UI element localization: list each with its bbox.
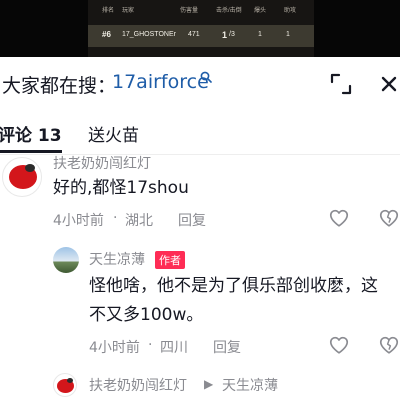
scoreboard-kills: 1	[222, 30, 228, 40]
avatar-shape-dark	[25, 164, 35, 172]
reply-button[interactable]: 回复	[213, 337, 241, 357]
game-scoreboard: 排名 玩家 伤害量 击杀/击倒 爆头 助攻 #6 17_GHOSTONEr 47…	[88, 0, 314, 57]
close-icon[interactable]	[374, 69, 400, 99]
reply-username[interactable]: 扶老奶奶闯红灯	[89, 375, 187, 395]
avatar[interactable]	[53, 247, 79, 273]
scoreboard-header: 排名 玩家 伤害量 击杀/击倒 爆头 助攻	[88, 5, 314, 17]
dislike-icon[interactable]	[378, 207, 400, 229]
reply-item: 扶老奶奶闯红灯 ▶ 天生凉薄	[0, 370, 400, 400]
author-badge: 作者	[155, 251, 185, 269]
like-icon[interactable]	[328, 207, 350, 229]
comment-location: 湖北	[125, 213, 153, 229]
tab-comments[interactable]: 评论 13	[0, 121, 62, 146]
reply-text-line2: 不又多100w。	[89, 305, 204, 325]
scoreboard-knocks: /3	[229, 31, 235, 38]
scoreboard-header-headshots: 爆头	[254, 8, 267, 14]
comment-separator: ·	[113, 210, 118, 226]
avatar[interactable]	[2, 157, 42, 197]
avatar-shape-dark	[67, 378, 73, 383]
like-icon[interactable]	[328, 334, 350, 356]
reply-separator: ·	[148, 337, 153, 353]
scoreboard-header-assists: 助攻	[284, 8, 297, 14]
search-suggestion-prefix: 大家都在搜：	[2, 75, 117, 97]
reply-item: 天生凉薄 作者 怪他啥，他不是为了俱乐部创收麽，这 不又多100w。 4小时前 …	[0, 243, 400, 363]
scoreboard-header-rank: 排名	[102, 8, 115, 14]
reply-button[interactable]: 回复	[178, 210, 206, 230]
fullscreen-icon[interactable]	[326, 69, 356, 99]
reply-location: 四川	[160, 340, 188, 356]
scoreboard-header-kills: 击杀/击倒	[216, 8, 242, 14]
scoreboard-rank: #6	[102, 30, 111, 39]
comment-username[interactable]: 扶老奶奶闯红灯	[53, 153, 151, 173]
comment-time: 4小时前	[53, 213, 104, 229]
search-suggestion-term[interactable]: 17airforce	[112, 71, 209, 93]
reply-text-line1: 怪他啥，他不是为了俱乐部创收麽，这	[89, 276, 378, 296]
comment-text: 好的,都怪17shou	[53, 178, 189, 198]
scoreboard-assists: 1	[286, 31, 290, 38]
reply-arrow-icon: ▶	[204, 377, 214, 391]
search-icon[interactable]	[200, 71, 212, 83]
tab-gifts[interactable]: 送火苗	[88, 121, 139, 146]
video-preview[interactable]: 排名 玩家 伤害量 击杀/击倒 爆头 助攻 #6 17_GHOSTONEr 47…	[0, 0, 400, 57]
comment-tabs: 评论 13 送火苗	[0, 109, 400, 155]
reply-time: 4小时前	[89, 340, 140, 356]
scoreboard-header-damage: 伤害量	[180, 8, 199, 14]
scoreboard-damage: 471	[188, 31, 200, 38]
scoreboard-headshots: 1	[258, 31, 262, 38]
scoreboard-player: 17_GHOSTONEr	[122, 31, 176, 38]
scoreboard-row: #6 17_GHOSTONEr 471 1 /3 1 1	[88, 25, 314, 47]
reply-to-username[interactable]: 天生凉薄	[222, 375, 278, 395]
dislike-icon[interactable]	[378, 334, 400, 356]
reply-username[interactable]: 天生凉薄	[89, 249, 145, 269]
avatar[interactable]	[53, 373, 77, 397]
search-suggestion-bar[interactable]: 大家都在搜： 17airforce	[0, 57, 400, 109]
scoreboard-header-player: 玩家	[122, 8, 135, 14]
comment-item: 扶老奶奶闯红灯 好的,都怪17shou 4小时前 · 湖北 回复	[0, 155, 400, 235]
